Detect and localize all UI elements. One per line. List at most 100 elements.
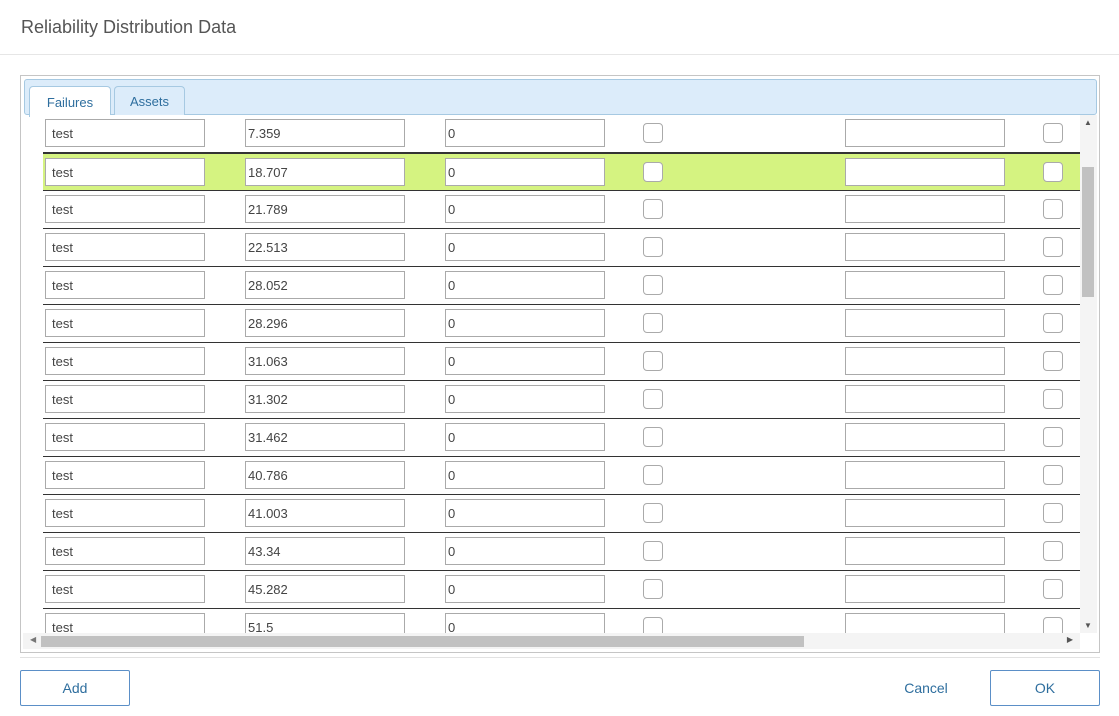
- row-checkbox-a[interactable]: [643, 162, 663, 182]
- row-checkbox-a[interactable]: [643, 123, 663, 143]
- row-checkbox-b[interactable]: [1043, 389, 1063, 409]
- row-checkbox-a[interactable]: [643, 427, 663, 447]
- quantity-field[interactable]: 0: [445, 119, 605, 147]
- quantity-field[interactable]: 0: [445, 385, 605, 413]
- row-checkbox-b[interactable]: [1043, 465, 1063, 485]
- name-field[interactable]: test: [45, 499, 205, 527]
- name-field[interactable]: test: [45, 119, 205, 147]
- quantity-field[interactable]: 0: [445, 537, 605, 565]
- arrow-up-icon[interactable]: ▲: [1084, 118, 1092, 127]
- table-row[interactable]: test 31.302 0: [43, 381, 1080, 419]
- tab-assets[interactable]: Assets: [114, 86, 185, 116]
- table-row[interactable]: test 40.786 0: [43, 457, 1080, 495]
- time-field[interactable]: 18.707: [245, 158, 405, 186]
- table-row[interactable]: test 28.296 0: [43, 305, 1080, 343]
- tab-failures[interactable]: Failures: [29, 86, 111, 117]
- note-field[interactable]: [845, 385, 1005, 413]
- row-checkbox-a[interactable]: [643, 617, 663, 633]
- table-row[interactable]: test 43.34 0: [43, 533, 1080, 571]
- name-field[interactable]: test: [45, 537, 205, 565]
- table-row[interactable]: test 31.063 0: [43, 343, 1080, 381]
- row-checkbox-b[interactable]: [1043, 162, 1063, 182]
- name-field[interactable]: test: [45, 309, 205, 337]
- note-field[interactable]: [845, 195, 1005, 223]
- name-field[interactable]: test: [45, 613, 205, 633]
- name-field[interactable]: test: [45, 195, 205, 223]
- arrow-right-icon[interactable]: ▶: [1067, 635, 1073, 644]
- arrow-down-icon[interactable]: ▼: [1084, 621, 1092, 630]
- quantity-field[interactable]: 0: [445, 309, 605, 337]
- note-field[interactable]: [845, 119, 1005, 147]
- name-field[interactable]: test: [45, 233, 205, 261]
- quantity-field[interactable]: 0: [445, 499, 605, 527]
- note-field[interactable]: [845, 347, 1005, 375]
- name-field[interactable]: test: [45, 423, 205, 451]
- note-field[interactable]: [845, 309, 1005, 337]
- row-checkbox-b[interactable]: [1043, 503, 1063, 523]
- quantity-field[interactable]: 0: [445, 575, 605, 603]
- row-checkbox-a[interactable]: [643, 465, 663, 485]
- note-field[interactable]: [845, 423, 1005, 451]
- table-row[interactable]: test 21.789 0: [43, 191, 1080, 229]
- time-field[interactable]: 40.786: [245, 461, 405, 489]
- row-checkbox-b[interactable]: [1043, 237, 1063, 257]
- arrow-left-icon[interactable]: ◀: [30, 635, 36, 644]
- time-field[interactable]: 28.296: [245, 309, 405, 337]
- table-row[interactable]: test 45.282 0: [43, 571, 1080, 609]
- row-checkbox-a[interactable]: [643, 313, 663, 333]
- horizontal-scrollbar[interactable]: ◀ ▶: [23, 633, 1080, 649]
- vertical-scrollbar[interactable]: ▲ ▼: [1080, 115, 1097, 633]
- name-field[interactable]: test: [45, 271, 205, 299]
- row-checkbox-a[interactable]: [643, 579, 663, 599]
- time-field[interactable]: 31.462: [245, 423, 405, 451]
- row-checkbox-b[interactable]: [1043, 313, 1063, 333]
- time-field[interactable]: 31.063: [245, 347, 405, 375]
- note-field[interactable]: [845, 537, 1005, 565]
- quantity-field[interactable]: 0: [445, 347, 605, 375]
- name-field[interactable]: test: [45, 347, 205, 375]
- time-field[interactable]: 43.34: [245, 537, 405, 565]
- row-checkbox-a[interactable]: [643, 199, 663, 219]
- add-button[interactable]: Add: [20, 670, 130, 706]
- vertical-scroll-thumb[interactable]: [1082, 167, 1094, 297]
- row-checkbox-b[interactable]: [1043, 541, 1063, 561]
- time-field[interactable]: 21.789: [245, 195, 405, 223]
- quantity-field[interactable]: 0: [445, 613, 605, 633]
- row-checkbox-b[interactable]: [1043, 427, 1063, 447]
- quantity-field[interactable]: 0: [445, 233, 605, 261]
- table-row[interactable]: test 31.462 0: [43, 419, 1080, 457]
- note-field[interactable]: [845, 461, 1005, 489]
- row-checkbox-b[interactable]: [1043, 617, 1063, 633]
- table-row[interactable]: test 41.003 0: [43, 495, 1080, 533]
- table-row[interactable]: test 7.359 0: [43, 115, 1080, 153]
- time-field[interactable]: 51.5: [245, 613, 405, 633]
- name-field[interactable]: test: [45, 575, 205, 603]
- table-row[interactable]: test 28.052 0: [43, 267, 1080, 305]
- name-field[interactable]: test: [45, 461, 205, 489]
- name-field[interactable]: test: [45, 385, 205, 413]
- time-field[interactable]: 7.359: [245, 119, 405, 147]
- quantity-field[interactable]: 0: [445, 195, 605, 223]
- cancel-button[interactable]: Cancel: [872, 670, 980, 706]
- note-field[interactable]: [845, 158, 1005, 186]
- note-field[interactable]: [845, 271, 1005, 299]
- table-row[interactable]: test 18.707 0: [43, 153, 1080, 191]
- row-checkbox-b[interactable]: [1043, 123, 1063, 143]
- row-checkbox-a[interactable]: [643, 503, 663, 523]
- time-field[interactable]: 28.052: [245, 271, 405, 299]
- horizontal-scroll-thumb[interactable]: [41, 636, 804, 647]
- quantity-field[interactable]: 0: [445, 423, 605, 451]
- row-checkbox-b[interactable]: [1043, 199, 1063, 219]
- row-checkbox-a[interactable]: [643, 237, 663, 257]
- quantity-field[interactable]: 0: [445, 271, 605, 299]
- row-checkbox-a[interactable]: [643, 275, 663, 295]
- row-checkbox-b[interactable]: [1043, 579, 1063, 599]
- time-field[interactable]: 31.302: [245, 385, 405, 413]
- row-checkbox-a[interactable]: [643, 389, 663, 409]
- note-field[interactable]: [845, 575, 1005, 603]
- time-field[interactable]: 45.282: [245, 575, 405, 603]
- quantity-field[interactable]: 0: [445, 158, 605, 186]
- ok-button[interactable]: OK: [990, 670, 1100, 706]
- row-checkbox-a[interactable]: [643, 351, 663, 371]
- row-checkbox-b[interactable]: [1043, 351, 1063, 371]
